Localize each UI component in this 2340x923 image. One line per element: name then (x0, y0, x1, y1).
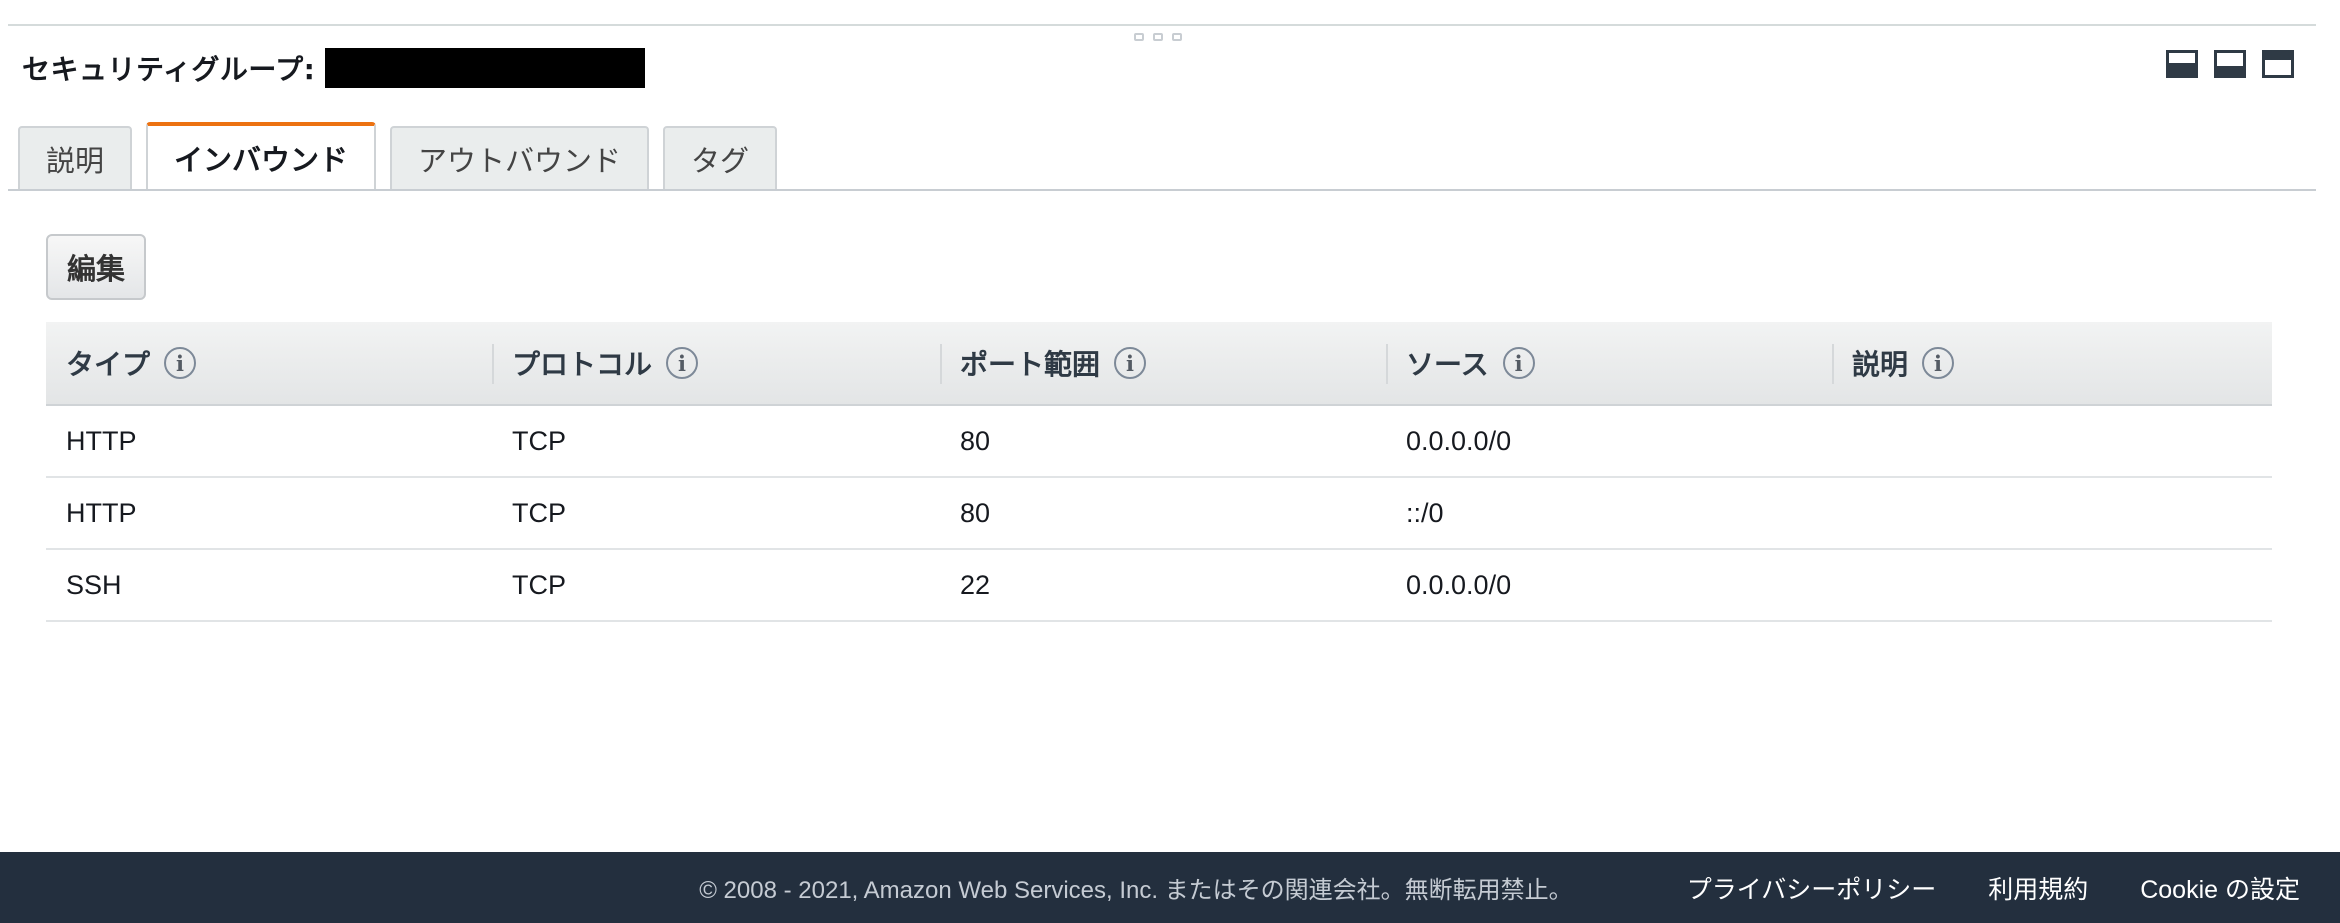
column-header-source: ソース i (1386, 322, 1832, 404)
column-header-label: タイプ (66, 348, 151, 381)
copyright-text: © 2008 - 2021, Amazon Web Services, Inc.… (699, 877, 1573, 904)
column-header-label: 説明 (1852, 348, 1909, 381)
page-footer: © 2008 - 2021, Amazon Web Services, Inc.… (0, 852, 2340, 923)
panel-bottom-icon[interactable] (2166, 50, 2198, 78)
layout-toggle-group (2166, 50, 2294, 78)
panel-top-icon[interactable] (2262, 50, 2294, 78)
cell-protocol: TCP (512, 425, 566, 456)
cell-type: SSH (66, 569, 122, 600)
privacy-policy-link[interactable]: プライバシーポリシー (1687, 870, 1937, 906)
cell-type: HTTP (66, 497, 137, 528)
cell-port: 80 (960, 497, 991, 528)
tab-outbound[interactable]: アウトバウンド (390, 126, 650, 190)
panel-divider (8, 24, 2316, 26)
tab-bar: 説明 インバウンド アウトバウンド タグ (18, 122, 778, 190)
redacted-group-name (325, 48, 646, 88)
table-row: HTTP TCP 80 0.0.0.0/0 (46, 406, 2272, 478)
column-header-label: ソース (1406, 348, 1489, 381)
tab-label: タグ (691, 144, 750, 178)
tab-description[interactable]: 説明 (18, 126, 133, 190)
info-icon[interactable]: i (666, 347, 699, 379)
column-header-description: 説明 i (1832, 322, 2272, 404)
panel-half-icon[interactable] (2214, 50, 2246, 78)
security-group-panel: セキュリティグループ: 説明 インバウンド アウトバウンド タグ 編集 タイプ … (0, 0, 2340, 923)
table-row: HTTP TCP 80 ::/0 (46, 478, 2272, 550)
inbound-rules-table: タイプ i プロトコル i ポート範囲 i ソース i 説明 i HTTP TC… (46, 322, 2272, 622)
cell-port: 22 (960, 569, 991, 600)
tab-label: インバウンド (174, 143, 349, 177)
column-header-protocol: プロトコル i (492, 322, 940, 404)
tab-bar-divider (8, 189, 2316, 191)
handle-dot-icon (1172, 33, 1182, 41)
cell-source: ::/0 (1406, 497, 1444, 528)
tab-tags[interactable]: タグ (663, 126, 778, 190)
cell-protocol: TCP (512, 569, 566, 600)
resize-handle[interactable] (1128, 30, 1188, 44)
info-icon[interactable]: i (164, 347, 197, 379)
terms-link[interactable]: 利用規約 (1988, 870, 2088, 906)
page-title: セキュリティグループ: (22, 53, 316, 86)
cell-protocol: TCP (512, 497, 566, 528)
info-icon[interactable]: i (1114, 347, 1147, 379)
column-header-type: タイプ i (46, 322, 492, 404)
table-row: SSH TCP 22 0.0.0.0/0 (46, 550, 2272, 622)
edit-button[interactable]: 編集 (46, 234, 146, 300)
column-header-label: ポート範囲 (960, 348, 1101, 381)
cell-source: 0.0.0.0/0 (1406, 569, 1512, 600)
tab-label: アウトバウンド (418, 144, 622, 178)
cell-type: HTTP (66, 425, 137, 456)
cookie-settings-link[interactable]: Cookie の設定 (2140, 870, 2300, 906)
column-header-label: プロトコル (512, 348, 653, 381)
info-icon[interactable]: i (1922, 347, 1955, 379)
tab-label: 説明 (46, 144, 105, 178)
handle-dot-icon (1134, 33, 1144, 41)
tab-inbound[interactable]: インバウンド (146, 122, 377, 190)
handle-dot-icon (1153, 33, 1163, 41)
security-group-header: セキュリティグループ: (22, 46, 646, 90)
table-header: タイプ i プロトコル i ポート範囲 i ソース i 説明 i (46, 322, 2272, 406)
cell-source: 0.0.0.0/0 (1406, 425, 1512, 456)
column-header-port-range: ポート範囲 i (940, 322, 1386, 404)
cell-port: 80 (960, 425, 991, 456)
info-icon[interactable]: i (1502, 347, 1535, 379)
